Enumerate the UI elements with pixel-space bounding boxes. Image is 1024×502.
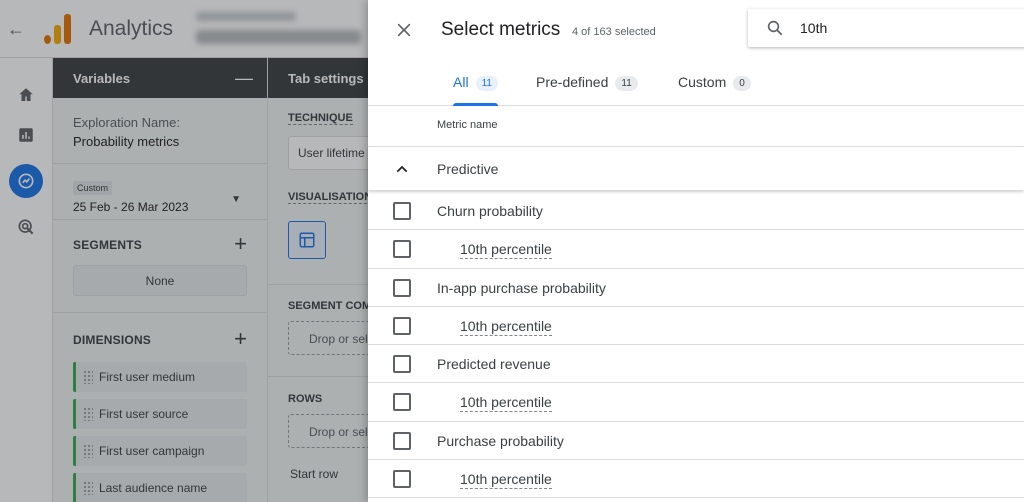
tab-label: All	[453, 74, 469, 90]
metric-row[interactable]: Predicted revenue	[368, 345, 1024, 384]
tab-label: Pre-defined	[536, 74, 609, 90]
close-icon	[397, 23, 411, 37]
metric-checkbox[interactable]	[393, 278, 411, 297]
close-button[interactable]	[394, 20, 414, 40]
chevron-up-icon[interactable]	[394, 161, 410, 177]
tab-count-badge: 11	[475, 76, 498, 91]
metric-row[interactable]: In-app purchase probability	[368, 269, 1024, 307]
sheet-title: Select metrics	[441, 19, 561, 40]
metric-label: 10th percentile	[460, 394, 552, 413]
tab-custom[interactable]: Custom 0	[678, 74, 751, 106]
select-metrics-sheet: Select metrics 4 of 163 selected All 11 P…	[368, 0, 1024, 502]
metric-label: Churn probability	[437, 203, 543, 219]
metric-label: Purchase probability	[437, 432, 564, 449]
metric-checkbox[interactable]	[393, 202, 411, 220]
metric-checkbox[interactable]	[393, 393, 411, 412]
tab-pre-defined[interactable]: Pre-defined 11	[536, 74, 638, 106]
metric-row[interactable]: 10th percentile	[368, 460, 1024, 499]
metric-checkbox[interactable]	[393, 470, 411, 489]
metric-row[interactable]: Purchase probability	[368, 422, 1024, 461]
selected-count: 4 of 163 selected	[572, 26, 656, 38]
group-predictive[interactable]: Predictive	[368, 146, 1024, 190]
metric-row[interactable]: 10th percentile	[368, 230, 1024, 269]
metric-label: 10th percentile	[460, 317, 552, 336]
search-icon	[767, 20, 783, 36]
group-label: Predictive	[437, 161, 499, 177]
metric-checkbox[interactable]	[393, 355, 411, 374]
metric-checkbox[interactable]	[393, 316, 411, 335]
tab-count-badge: 11	[615, 76, 638, 91]
tab-all[interactable]: All 11	[453, 74, 498, 106]
metric-row[interactable]: 10th percentile	[368, 307, 1024, 346]
tab-label: Custom	[678, 74, 727, 90]
metric-label: In-app purchase probability	[437, 279, 606, 296]
metric-label: 10th percentile	[460, 471, 552, 490]
tab-count-badge: 0	[733, 76, 751, 91]
metric-name-column-header: Metric name	[437, 119, 498, 131]
metric-list: Churn probability 10th percentile In-app…	[368, 192, 1024, 499]
metric-checkbox[interactable]	[393, 240, 411, 259]
metric-row[interactable]: Churn probability	[368, 192, 1024, 231]
metric-row[interactable]: 10th percentile	[368, 383, 1024, 422]
search-box[interactable]	[748, 9, 1024, 47]
metric-checkbox[interactable]	[393, 431, 411, 450]
metric-label: 10th percentile	[460, 241, 552, 260]
search-input[interactable]	[800, 18, 1020, 38]
metric-tabs: All 11 Pre-defined 11 Custom 0	[368, 60, 1024, 106]
metric-label: Predicted revenue	[437, 356, 551, 373]
modal-scrim[interactable]	[0, 0, 368, 502]
